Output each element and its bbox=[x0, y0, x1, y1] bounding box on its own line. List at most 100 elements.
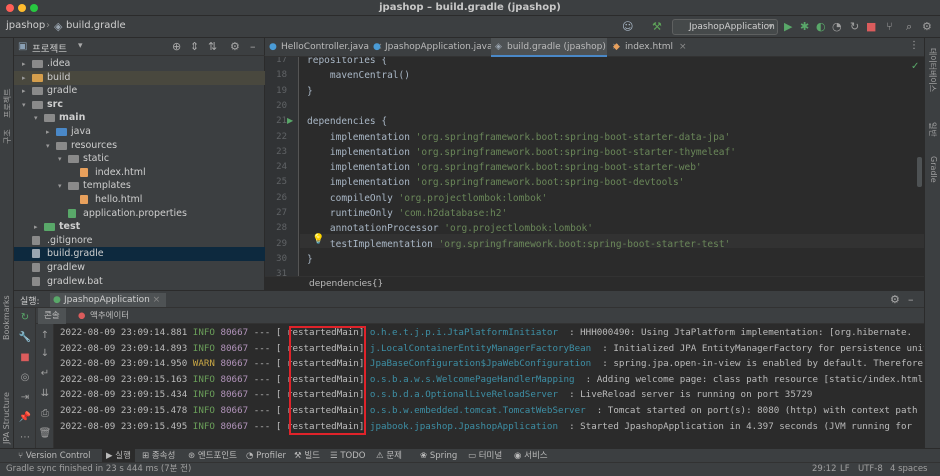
chevron-right-icon[interactable]: ▸ bbox=[22, 71, 26, 85]
project-panel-title[interactable]: 프로젝트 bbox=[32, 41, 67, 55]
database-tool-button[interactable]: 데이터베이스 bbox=[927, 48, 938, 92]
tool-endpoints[interactable]: ⊛ 엔드포인트 bbox=[188, 449, 237, 463]
tool-version-control[interactable]: ⑂ Version Control bbox=[18, 449, 91, 463]
close-window-button[interactable] bbox=[6, 4, 14, 12]
code-editor[interactable]: 17 18 19 20 21 22 23 24 25 26 27 28 29 30 31 repositor… bbox=[265, 57, 924, 276]
tool-todo[interactable]: ☰ TODO bbox=[330, 449, 365, 463]
tab-build-gradle[interactable]: ◈ build.gradle (jpashop) × bbox=[491, 38, 619, 57]
hide-panel-icon[interactable]: – bbox=[908, 293, 914, 306]
chevron-down-icon[interactable]: ▾ bbox=[58, 152, 62, 166]
print-icon[interactable]: ⎙ bbox=[38, 408, 52, 419]
tab-actuator[interactable]: ● 액추에이터 bbox=[72, 308, 135, 324]
line-separator[interactable]: LF bbox=[840, 463, 850, 476]
collapse-all-icon[interactable]: ⇅ bbox=[208, 40, 217, 53]
tree-item-gradle[interactable]: ▸ gradle bbox=[14, 84, 265, 98]
tool-terminal[interactable]: ▭ 터미널 bbox=[468, 449, 502, 463]
build-hammer-icon[interactable]: ⚒ bbox=[652, 20, 662, 33]
bookmarks-tool-button[interactable]: Bookmarks bbox=[2, 295, 11, 340]
trash-icon[interactable]: 🗑 bbox=[38, 428, 52, 439]
chevron-right-icon[interactable]: ▸ bbox=[34, 220, 38, 234]
commit-tool-button[interactable]: 구조 bbox=[2, 129, 13, 144]
tree-item-gradlew-bat[interactable]: gradlew.bat bbox=[14, 275, 265, 289]
tree-item-main[interactable]: ▾ main bbox=[14, 111, 265, 125]
wrench-icon[interactable]: 🔧 bbox=[18, 332, 32, 343]
chevron-down-icon[interactable]: ▾ bbox=[34, 111, 38, 125]
coverage-icon[interactable]: ◐ bbox=[816, 20, 826, 33]
tool-dependencies[interactable]: ⊞ 종속성 bbox=[142, 449, 175, 463]
user-icon[interactable]: ☺ bbox=[622, 20, 633, 33]
project-tool-button[interactable]: 프로젝트 bbox=[2, 89, 13, 118]
console-output[interactable]: 2022-08-09 23:09:14.881 INFO 80667 --- [… bbox=[54, 324, 924, 448]
tool-run[interactable]: ▶ 실행 bbox=[102, 449, 135, 463]
breadcrumb-project[interactable]: jpashop bbox=[6, 20, 45, 31]
exit-icon[interactable]: ⇥ bbox=[18, 392, 32, 403]
tool-build[interactable]: ⚒ 빌드 bbox=[294, 449, 320, 463]
stop-icon[interactable]: ■ bbox=[18, 352, 32, 363]
more-icon[interactable]: ⋯ bbox=[18, 432, 32, 443]
tree-item-hello-html[interactable]: hello.html bbox=[14, 193, 265, 207]
hide-panel-icon[interactable]: – bbox=[250, 40, 256, 53]
close-icon[interactable]: × bbox=[153, 295, 161, 305]
tree-item-resources[interactable]: ▾ resources bbox=[14, 139, 265, 153]
gear-icon[interactable]: ⚙ bbox=[890, 293, 900, 306]
chevron-down-icon[interactable]: ▾ bbox=[58, 179, 62, 193]
tree-item-index-html[interactable]: index.html bbox=[14, 166, 265, 180]
tool-services[interactable]: ◉ 서비스 bbox=[514, 449, 548, 463]
arrow-up-icon[interactable]: ↑ bbox=[38, 330, 52, 341]
tab-console[interactable]: 콘솔 bbox=[38, 308, 66, 324]
more-vertical-icon[interactable]: ⋮ bbox=[909, 40, 919, 51]
code-breadcrumb[interactable]: dependencies{} bbox=[265, 276, 924, 290]
tree-item-test[interactable]: ▸ test bbox=[14, 220, 265, 234]
stop-icon[interactable]: ■ bbox=[866, 20, 876, 33]
tab-index-html[interactable]: ◆ index.html × bbox=[609, 38, 689, 57]
indent-setting[interactable]: 4 spaces bbox=[890, 463, 927, 476]
gear-icon[interactable]: ⚙ bbox=[230, 40, 240, 53]
jpa-structure-tool-button[interactable]: JPA Structure bbox=[2, 392, 11, 444]
tree-item-application-properties[interactable]: application.properties bbox=[14, 207, 265, 221]
caret-position[interactable]: 29:12 bbox=[812, 463, 837, 476]
zoom-window-button[interactable] bbox=[30, 4, 38, 12]
chevron-right-icon[interactable]: ▸ bbox=[22, 84, 26, 98]
debug-icon[interactable]: ✱ bbox=[800, 20, 809, 33]
tool-spring[interactable]: ❀ Spring bbox=[420, 449, 457, 463]
camera-icon[interactable]: ◎ bbox=[18, 372, 32, 383]
expand-all-icon[interactable]: ⇕ bbox=[190, 40, 199, 53]
search-icon[interactable]: ⌕ bbox=[906, 20, 912, 34]
tree-item-templates[interactable]: ▾ templates bbox=[14, 179, 265, 193]
run-gutter-icon[interactable]: ▶ bbox=[287, 116, 293, 125]
pin-icon[interactable]: 📌 bbox=[18, 412, 32, 423]
tree-item-gradlew[interactable]: gradlew bbox=[14, 261, 265, 275]
scroll-to-end-icon[interactable]: ⇊ bbox=[38, 388, 52, 399]
tab-hellocontroller[interactable]: ● HelloController.java × bbox=[265, 38, 383, 57]
rerun-icon[interactable]: ↻ bbox=[18, 312, 32, 323]
chevron-down-icon[interactable]: ▾ bbox=[22, 98, 26, 112]
breadcrumb-file[interactable]: build.gradle bbox=[66, 20, 126, 31]
soft-wrap-icon[interactable]: ↵ bbox=[38, 368, 52, 379]
lightbulb-icon[interactable]: 💡 bbox=[312, 234, 324, 245]
editor-scrollbar[interactable] bbox=[917, 157, 922, 187]
tree-item-idea[interactable]: ▸ .idea bbox=[14, 57, 265, 71]
git-icon[interactable]: ⑂ bbox=[886, 20, 893, 33]
general-tool-button[interactable]: 일반 bbox=[927, 122, 938, 137]
tree-item-build-gradle[interactable]: build.gradle bbox=[14, 247, 265, 262]
arrow-down-icon[interactable]: ↓ bbox=[38, 348, 52, 359]
run-config-tab[interactable]: ● JpashopApplication × bbox=[50, 293, 167, 307]
chevron-right-icon[interactable]: ▸ bbox=[46, 125, 50, 139]
run-configuration-select[interactable]: JpashopApplication ▾ bbox=[672, 19, 778, 35]
tool-profiler[interactable]: ◔ Profiler bbox=[246, 449, 286, 463]
tree-item-static[interactable]: ▾ static bbox=[14, 152, 265, 166]
profile-icon[interactable]: ◔ bbox=[832, 20, 842, 33]
status-message[interactable]: Gradle sync finished in 23 s 444 ms (7분 … bbox=[6, 463, 191, 476]
rerun-icon[interactable]: ↻ bbox=[850, 20, 859, 33]
tab-jpashopapplication[interactable]: ● JpashopApplication.java× bbox=[369, 38, 506, 57]
run-icon[interactable]: ▶ bbox=[784, 20, 792, 33]
minimize-window-button[interactable] bbox=[18, 4, 26, 12]
tool-problems[interactable]: ⚠ 문제 bbox=[376, 449, 402, 463]
chevron-down-icon[interactable]: ▾ bbox=[46, 139, 50, 153]
locate-file-icon[interactable]: ⊕ bbox=[172, 40, 181, 53]
tree-item-src[interactable]: ▾ src bbox=[14, 98, 265, 112]
settings-icon[interactable]: ⚙ bbox=[922, 20, 932, 33]
chevron-right-icon[interactable]: ▸ bbox=[22, 57, 26, 71]
tree-item-gitignore[interactable]: .gitignore bbox=[14, 234, 265, 248]
file-encoding[interactable]: UTF-8 bbox=[858, 463, 883, 476]
